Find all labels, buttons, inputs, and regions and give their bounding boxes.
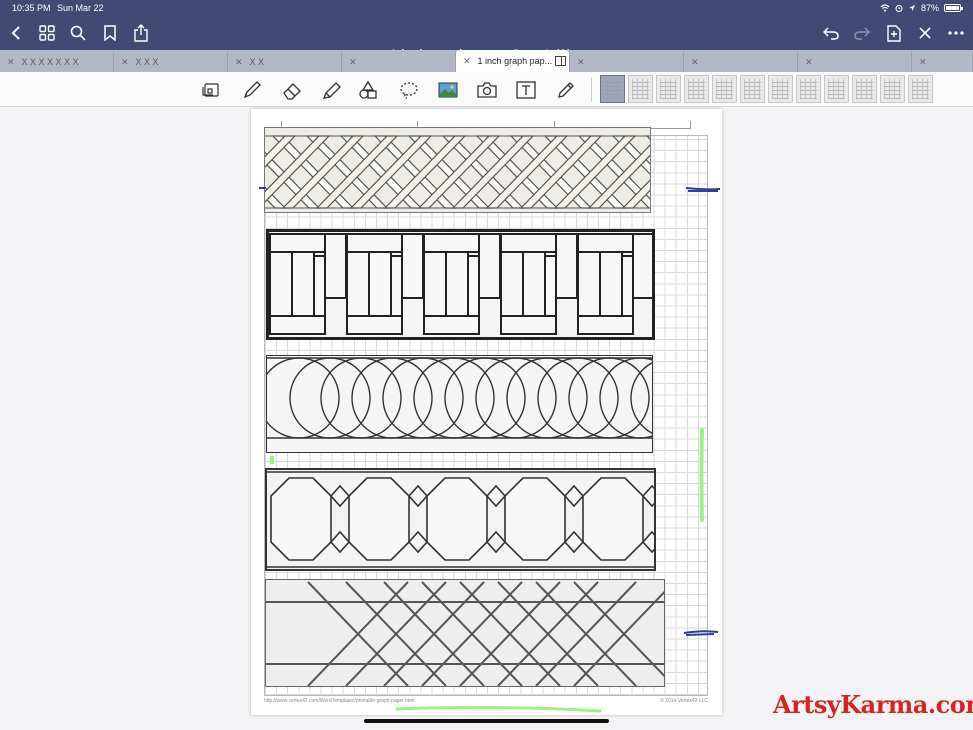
pen-icon[interactable]: [240, 78, 264, 102]
footer-url: http://www.vertex42.com/WordTemplates/pr…: [264, 698, 415, 704]
page-thumbnail[interactable]: [600, 75, 625, 103]
undo-icon[interactable]: [820, 22, 842, 44]
share-icon[interactable]: [130, 22, 152, 44]
basketweave-pattern-band: [266, 229, 655, 340]
tab-label: X X X: [135, 57, 159, 67]
footer-copyright: © 2014 Vertex42 LLC: [660, 698, 708, 704]
green-highlight-stroke: [699, 428, 704, 522]
nav-icons: 1 inch graph paper Copy1 (3)⌄: [0, 22, 973, 62]
circle-pattern-band: [266, 355, 653, 453]
green-highlight-stroke: [395, 705, 602, 713]
redo-icon[interactable]: [851, 22, 873, 44]
close-icon[interactable]: [914, 22, 936, 44]
location-icon: [908, 5, 915, 11]
tab-6[interactable]: ✕: [570, 52, 684, 72]
page-thumbnail[interactable]: [908, 75, 933, 103]
tab-7[interactable]: ✕: [684, 52, 798, 72]
app-window: 10:35 PM Sun Mar 22 87% 1 inc: [0, 0, 973, 730]
tab-label: X X X X X X X: [21, 57, 79, 67]
lattice-pattern-band: [265, 579, 665, 687]
status-time: 10:35 PM: [12, 3, 51, 13]
lasso-icon[interactable]: [397, 78, 421, 102]
battery-percent: 87%: [920, 3, 939, 13]
split-view-icon[interactable]: [555, 56, 567, 66]
highlighter-icon[interactable]: [319, 78, 343, 102]
toolbar-divider: [591, 78, 592, 102]
page-thumbnail[interactable]: [796, 75, 821, 103]
tab-close-icon[interactable]: ✕: [805, 57, 813, 68]
tab-8[interactable]: ✕: [798, 52, 912, 72]
tab-close-icon[interactable]: ✕: [919, 57, 927, 68]
wifi-icon: [880, 4, 890, 12]
alarm-icon: [895, 5, 903, 12]
octagon-pattern-band: [265, 468, 656, 571]
status-date: Sun Mar 22: [57, 3, 104, 13]
tool-bar: [0, 72, 973, 107]
page-thumbnail[interactable]: [712, 75, 737, 103]
top-bar: 10:35 PM Sun Mar 22 87% 1 inc: [0, 0, 973, 62]
shapes-icon[interactable]: [357, 78, 381, 102]
tab-3[interactable]: ✕ X X: [228, 52, 342, 72]
search-icon[interactable]: [67, 22, 89, 44]
tab-bar: ✕ X X X X X X X ✕ X X X ✕ X X ✕ ✕ 1 inch gra…: [0, 50, 973, 72]
text-icon[interactable]: [514, 78, 538, 102]
tab-close-icon[interactable]: ✕: [7, 57, 15, 68]
tab-label: X X: [249, 57, 265, 67]
eyedropper-icon[interactable]: [554, 78, 578, 102]
tab-2[interactable]: ✕ X X X: [114, 52, 228, 72]
page-thumbnail[interactable]: [824, 75, 849, 103]
blue-pen-mark: [259, 187, 266, 189]
page-view-icon[interactable]: [199, 78, 223, 102]
page-thumbnail[interactable]: [740, 75, 765, 103]
status-right: 87%: [880, 3, 963, 13]
add-page-icon[interactable]: [883, 22, 905, 44]
tab-close-icon[interactable]: ✕: [121, 57, 129, 68]
blue-pen-stroke: [683, 630, 719, 636]
watermark-text: ArtsyKarma.com: [773, 690, 973, 719]
tab-label: 1 inch graph pap...: [477, 56, 553, 66]
tab-close-icon[interactable]: ✕: [349, 57, 357, 68]
battery-icon: [944, 4, 963, 12]
camera-icon[interactable]: [475, 78, 499, 102]
tab-close-icon[interactable]: ✕: [235, 57, 243, 68]
chevron-left-icon[interactable]: [5, 22, 27, 44]
bookmark-icon[interactable]: [99, 22, 121, 44]
status-bar: 10:35 PM Sun Mar 22 87%: [0, 0, 973, 17]
tab-active[interactable]: ✕ 1 inch graph pap...: [456, 50, 570, 72]
page-thumbnail[interactable]: [880, 75, 905, 103]
page-thumbnail[interactable]: [852, 75, 877, 103]
tab-1[interactable]: ✕ X X X X X X X: [0, 52, 114, 72]
tab-close-icon[interactable]: ✕: [577, 57, 585, 68]
braid-pattern-band: [264, 127, 651, 213]
more-icon[interactable]: [945, 22, 967, 44]
tab-close-icon[interactable]: ✕: [463, 56, 471, 67]
page-thumbnail[interactable]: [768, 75, 793, 103]
page-thumbnail[interactable]: [656, 75, 681, 103]
blue-pen-stroke: [685, 187, 721, 192]
document-page[interactable]: http://www.vertex42.com/WordTemplates/pr…: [251, 109, 722, 715]
page-thumbnails: [600, 75, 933, 103]
green-highlight-mark: [270, 456, 274, 464]
page-thumbnail[interactable]: [628, 75, 653, 103]
eraser-icon[interactable]: [280, 78, 304, 102]
home-indicator[interactable]: [364, 719, 609, 723]
tab-close-icon[interactable]: ✕: [691, 57, 699, 68]
battery-fill: [946, 6, 960, 10]
page-thumbnail[interactable]: [684, 75, 709, 103]
tab-4[interactable]: ✕: [342, 52, 456, 72]
grid-icon[interactable]: [36, 22, 58, 44]
tab-9[interactable]: ✕: [912, 52, 973, 72]
image-icon[interactable]: [436, 78, 460, 102]
